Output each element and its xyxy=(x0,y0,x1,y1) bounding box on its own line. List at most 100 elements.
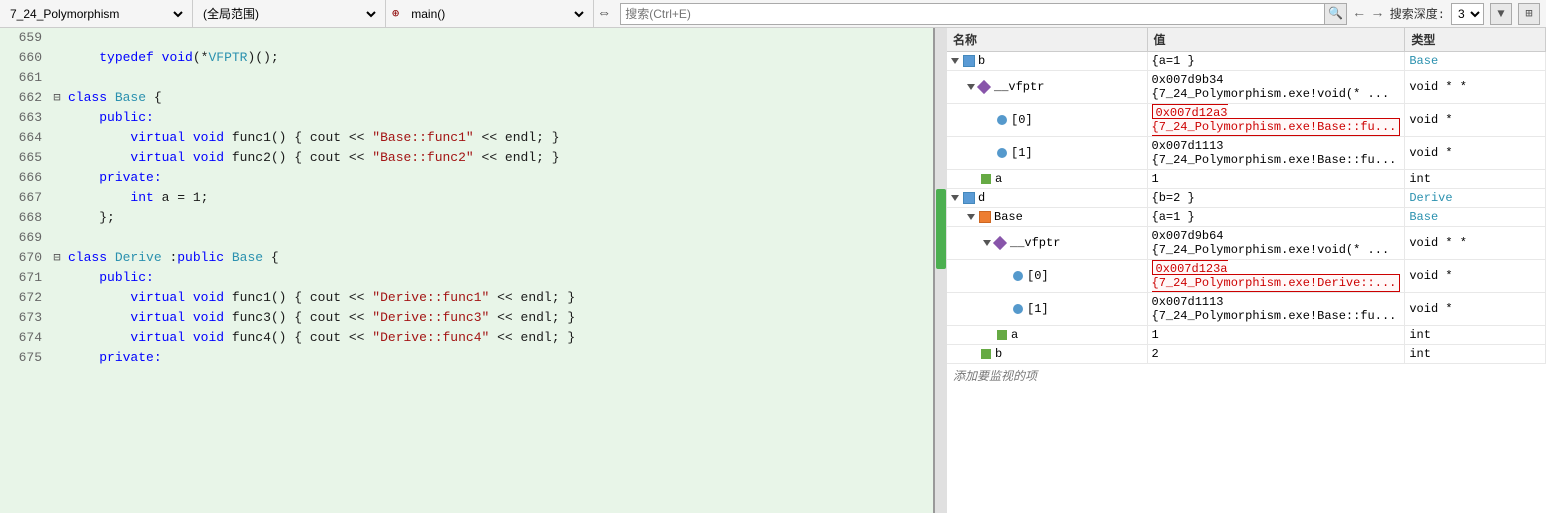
code-panel: 659 660 typedef void(*VFPTR)(); 661 662 … xyxy=(0,28,935,513)
table-row: 660 typedef void(*VFPTR)(); xyxy=(0,48,933,68)
line-number: 671 xyxy=(0,268,50,288)
table-row: 661 xyxy=(0,68,933,88)
expand-arrow[interactable] xyxy=(951,195,959,201)
scope-dropdown[interactable]: (全局范围) xyxy=(199,3,379,25)
vertical-scrollbar[interactable] xyxy=(935,28,947,513)
toolbar: 7_24_Polymorphism (全局范围) ⊕ main() ⇔ 🔍 ← … xyxy=(0,0,1546,28)
watch-type-cell: int xyxy=(1405,326,1546,345)
collapse-btn[interactable]: ⊟ xyxy=(50,88,64,108)
table-row: 668 }; xyxy=(0,208,933,228)
watch-value-cell: 1 xyxy=(1147,326,1405,345)
table-row: 670 ⊟ class Derive :public Base { xyxy=(0,248,933,268)
expand-arrow[interactable] xyxy=(983,240,991,246)
file-dropdown[interactable]: 7_24_Polymorphism xyxy=(6,3,186,25)
watch-name-cell: __vfptr xyxy=(947,71,1147,104)
collapse-btn[interactable]: ⊟ xyxy=(50,248,64,268)
line-number: 659 xyxy=(0,28,50,48)
table-row: 671 public: xyxy=(0,268,933,288)
watch-type-cell: int xyxy=(1405,170,1546,189)
watch-value-cell: 0x007d9b34 {7_24_Polymorphism.exe!void(*… xyxy=(1147,71,1405,104)
code-lines: 659 660 typedef void(*VFPTR)(); 661 662 … xyxy=(0,28,933,513)
search-input[interactable] xyxy=(621,4,1324,24)
line-content: int a = 1; xyxy=(64,188,933,208)
split-icon: ⇔ xyxy=(594,0,614,27)
table-row: 662 ⊟ class Base { xyxy=(0,88,933,108)
line-number: 668 xyxy=(0,208,50,228)
depth-select[interactable]: 3 1 2 4 5 xyxy=(1451,3,1484,25)
line-content: }; xyxy=(64,208,933,228)
watch-name-cell: [1] xyxy=(947,137,1147,170)
watch-name: a xyxy=(995,172,1002,186)
line-number: 674 xyxy=(0,328,50,348)
filter-icon-button[interactable]: ▼ xyxy=(1490,3,1512,25)
nav-back-button[interactable]: ← xyxy=(1353,6,1365,22)
line-content xyxy=(64,228,933,248)
watch-type-cell: void * xyxy=(1405,260,1546,293)
scroll-thumb[interactable] xyxy=(936,189,946,269)
watch-value: 0x007d9b64 {7_24_Polymorphism.exe!void(*… xyxy=(1152,229,1390,257)
col-value-header: 值 xyxy=(1147,28,1405,52)
watch-name-cell: __vfptr xyxy=(947,227,1147,260)
expand-arrow[interactable] xyxy=(967,214,975,220)
watch-name: d xyxy=(978,191,985,205)
file-segment: 7_24_Polymorphism xyxy=(0,0,193,27)
watch-type-cell: void * * xyxy=(1405,227,1546,260)
watch-name-cell: b xyxy=(947,345,1147,364)
watch-name: Base xyxy=(994,210,1023,224)
table-row: 659 xyxy=(0,28,933,48)
table-row: [1] 0x007d1113 {7_24_Polymorphism.exe!Ba… xyxy=(947,293,1546,326)
line-content: public: xyxy=(64,268,933,288)
line-number: 669 xyxy=(0,228,50,248)
watch-name: b xyxy=(978,54,985,68)
nav-forward-button[interactable]: → xyxy=(1371,6,1383,22)
line-content: private: xyxy=(64,348,933,368)
collapse-btn xyxy=(50,328,64,348)
watch-name-cell: b xyxy=(947,52,1147,71)
col-name-header: 名称 xyxy=(947,28,1147,52)
depth-label: 搜索深度: xyxy=(1390,5,1445,22)
line-content: virtual void func4() { cout << "Derive::… xyxy=(64,328,933,348)
watch-value: 2 xyxy=(1152,347,1159,361)
watch-value-cell: {b=2 } xyxy=(1147,189,1405,208)
watch-value: {a=1 } xyxy=(1152,210,1195,224)
watch-name-cell: [1] xyxy=(947,293,1147,326)
watch-type-cell: Base xyxy=(1405,52,1546,71)
table-row: b 2 int xyxy=(947,345,1546,364)
line-number: 673 xyxy=(0,308,50,328)
table-row: 665 virtual void func2() { cout << "Base… xyxy=(0,148,933,168)
collapse-btn xyxy=(50,68,64,88)
collapse-btn xyxy=(50,308,64,328)
table-row: [1] 0x007d1113 {7_24_Polymorphism.exe!Ba… xyxy=(947,137,1546,170)
line-number: 662 xyxy=(0,88,50,108)
add-watch-label[interactable]: 添加要监视的项 xyxy=(947,364,1546,387)
expand-arrow[interactable] xyxy=(951,58,959,64)
line-content: private: xyxy=(64,168,933,188)
collapse-btn xyxy=(50,228,64,248)
table-row: __vfptr 0x007d9b34 {7_24_Polymorphism.ex… xyxy=(947,71,1546,104)
watch-name-cell: d xyxy=(947,189,1147,208)
search-icon[interactable]: 🔍 xyxy=(1324,4,1346,24)
watch-value-cell: 2 xyxy=(1147,345,1405,364)
line-content: virtual void func3() { cout << "Derive::… xyxy=(64,308,933,328)
watch-type-cell: void * xyxy=(1405,293,1546,326)
watch-type-cell: void * xyxy=(1405,104,1546,137)
collapse-btn xyxy=(50,148,64,168)
table-row: __vfptr 0x007d9b64 {7_24_Polymorphism.ex… xyxy=(947,227,1546,260)
expand-arrow[interactable] xyxy=(967,84,975,90)
collapse-btn xyxy=(50,108,64,128)
collapse-btn xyxy=(50,268,64,288)
watch-name: a xyxy=(1011,328,1018,342)
watch-scroll-area[interactable]: 名称 值 类型 b {a=1 } Base __vfptr 0x007d9b34… xyxy=(947,28,1546,513)
line-number: 661 xyxy=(0,68,50,88)
line-content: typedef void(*VFPTR)(); xyxy=(64,48,933,68)
scope-segment: (全局范围) xyxy=(193,0,386,27)
watch-name: [1] xyxy=(1027,302,1049,316)
watch-value: {a=1 } xyxy=(1152,54,1195,68)
table-row: 674 virtual void func4() { cout << "Deri… xyxy=(0,328,933,348)
watch-value: 0x007d123a {7_24_Polymorphism.exe!Derive… xyxy=(1152,260,1401,292)
line-content xyxy=(64,28,933,48)
function-icon: ⊕ xyxy=(392,6,399,21)
collapse-btn xyxy=(50,348,64,368)
refresh-icon-button[interactable]: ⊞ xyxy=(1518,3,1540,25)
function-dropdown[interactable]: main() xyxy=(407,3,587,25)
